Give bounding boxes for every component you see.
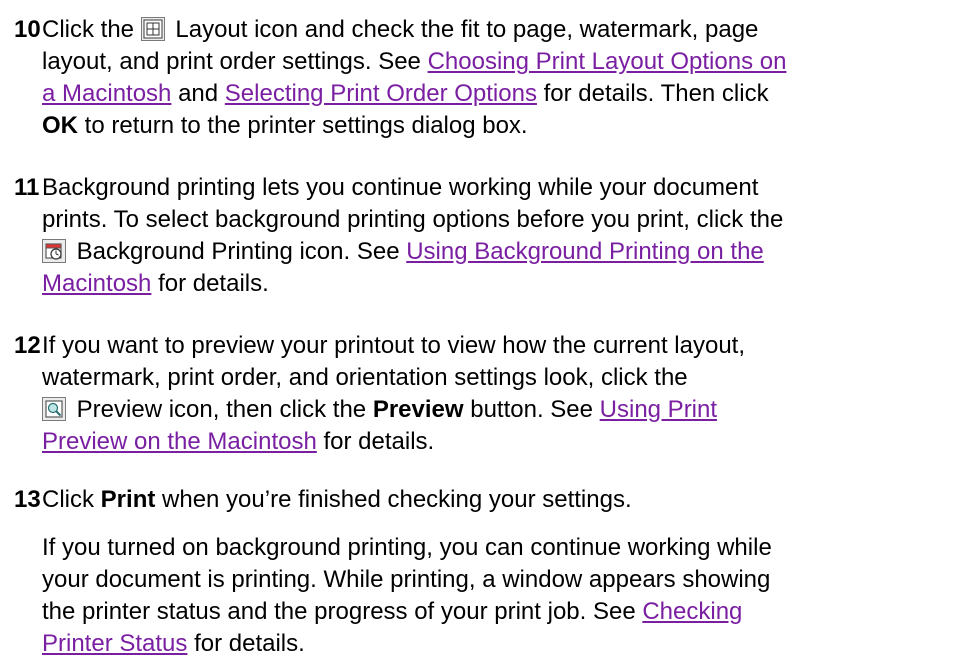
step-13-p2-line-3: the printer status and the progress of y…	[42, 596, 942, 628]
step-text: If you want to preview your printout to …	[42, 332, 746, 359]
step-11: 11 Background printing lets you continue…	[0, 172, 942, 300]
link-checking-printer-status-cont[interactable]: Printer Status	[42, 630, 187, 657]
link-selecting-print-order[interactable]: Selecting Print Order Options	[225, 80, 537, 107]
preview-icon	[42, 397, 66, 421]
step-12: 12 If you want to preview your printout …	[0, 330, 942, 458]
step-text: to return to the printer settings dialog…	[84, 112, 528, 139]
step-text: layout, and print order settings. See	[42, 48, 421, 75]
step-13: 13 Click Print when you’re finished chec…	[0, 484, 942, 660]
step-text: when you’re finished checking your setti…	[162, 486, 632, 513]
step-number: 10	[14, 16, 41, 43]
step-11-line-2: prints. To select background printing op…	[42, 204, 942, 236]
step-12-line-3: Preview icon, then click the Preview but…	[42, 394, 942, 426]
step-text: Layout icon and check the fit to page, w…	[175, 16, 759, 43]
step-12-line-1: If you want to preview your printout to …	[42, 330, 942, 362]
layout-icon	[140, 17, 165, 41]
step-text: for details.	[194, 630, 305, 657]
step-13-paragraph: If you turned on background printing, yo…	[42, 532, 942, 660]
step-10-line-2: layout, and print order settings. See Ch…	[42, 46, 942, 78]
step-number: 12	[14, 332, 41, 359]
step-12-line-2: watermark, print order, and orientation …	[42, 362, 942, 394]
step-text: Background Printing icon. See	[76, 238, 400, 265]
step-text: Background printing lets you continue wo…	[42, 174, 759, 201]
step-number: 13	[14, 486, 41, 513]
step-text: Click	[42, 486, 94, 513]
step-text: If you turned on background printing, yo…	[42, 534, 772, 561]
step-10: 10 Click the Layout icon and check the f…	[0, 14, 942, 142]
step-11-line-4: Macintosh for details.	[42, 268, 942, 300]
step-13-p2-line-2: your document is printing. While printin…	[42, 564, 942, 596]
step-11-line-1: Background printing lets you continue wo…	[42, 172, 942, 204]
ok-label: OK	[42, 112, 78, 139]
step-13-p2-line-1: If you turned on background printing, yo…	[42, 532, 942, 564]
step-text: Click the	[42, 16, 135, 43]
step-text: for details. Then click	[543, 80, 769, 107]
background-printing-icon	[42, 239, 66, 263]
step-12-line-4: Preview on the Macintosh for details.	[42, 426, 942, 458]
step-text: and	[178, 80, 219, 107]
print-label: Print	[100, 486, 156, 513]
step-13-line-1: Click Print when you’re finished checkin…	[42, 484, 942, 516]
step-13-p2-line-4: Printer Status for details.	[42, 628, 942, 660]
link-using-background-printing[interactable]: Using Background Printing on the	[406, 238, 764, 265]
link-using-print-preview[interactable]: Using Print	[600, 396, 717, 423]
link-using-print-preview-cont[interactable]: Preview on the Macintosh	[42, 428, 317, 455]
preview-label: Preview	[372, 396, 464, 423]
link-using-background-printing-cont[interactable]: Macintosh	[42, 270, 151, 297]
step-text: the printer status and the progress of y…	[42, 598, 636, 625]
step-text: Preview icon, then click the	[76, 396, 367, 423]
link-checking-printer-status[interactable]: Checking	[642, 598, 742, 625]
step-text: prints. To select background printing op…	[42, 206, 784, 233]
step-text: for details.	[323, 428, 435, 455]
step-11-line-3: Background Printing icon. See Using Back…	[42, 236, 942, 268]
step-text: your document is printing. While printin…	[42, 566, 771, 593]
step-number: 11	[14, 174, 40, 201]
step-10-line-4: OK to return to the printer settings dia…	[42, 110, 942, 142]
step-10-line-3: a Macintosh and Selecting Print Order Op…	[42, 78, 942, 110]
step-text: button. See	[470, 396, 593, 423]
step-text: watermark, print order, and orientation …	[42, 364, 688, 391]
step-text: for details.	[158, 270, 269, 297]
step-10-line-1: Click the Layout icon and check the fit …	[42, 14, 942, 46]
link-choosing-print-layout[interactable]: Choosing Print Layout Options on	[428, 48, 787, 75]
link-choosing-print-layout-cont[interactable]: a Macintosh	[42, 80, 171, 107]
